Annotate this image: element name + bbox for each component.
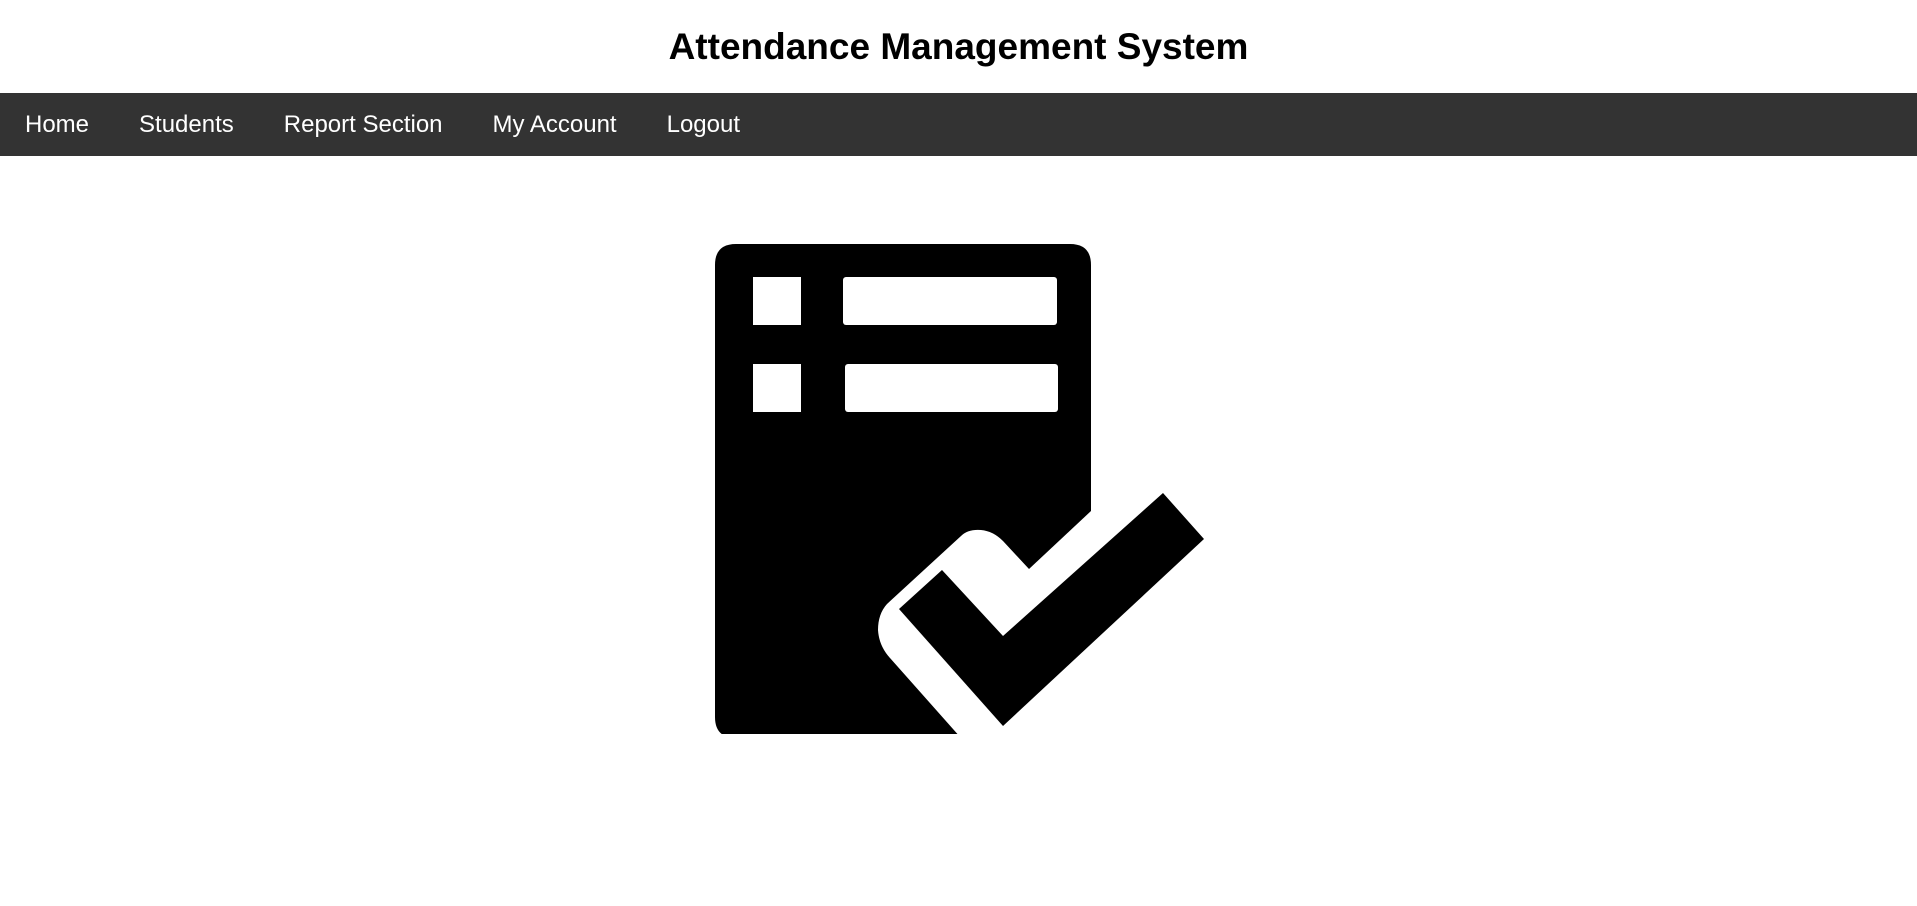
nav-students[interactable]: Students (114, 93, 259, 156)
nav-logout[interactable]: Logout (642, 93, 765, 156)
main-navbar: Home Students Report Section My Account … (0, 93, 1917, 156)
main-content (0, 156, 1917, 906)
nav-home[interactable]: Home (0, 93, 114, 156)
nav-report-section[interactable]: Report Section (259, 93, 468, 156)
row1-line (843, 277, 1057, 325)
row2-line (845, 364, 1058, 412)
page-title: Attendance Management System (668, 25, 1249, 67)
page-header: Attendance Management System (0, 0, 1917, 93)
nav-my-account[interactable]: My Account (468, 93, 642, 156)
row1-checkbox (753, 277, 801, 325)
row2-checkbox (753, 364, 801, 412)
attendance-checklist-icon (715, 244, 1204, 734)
